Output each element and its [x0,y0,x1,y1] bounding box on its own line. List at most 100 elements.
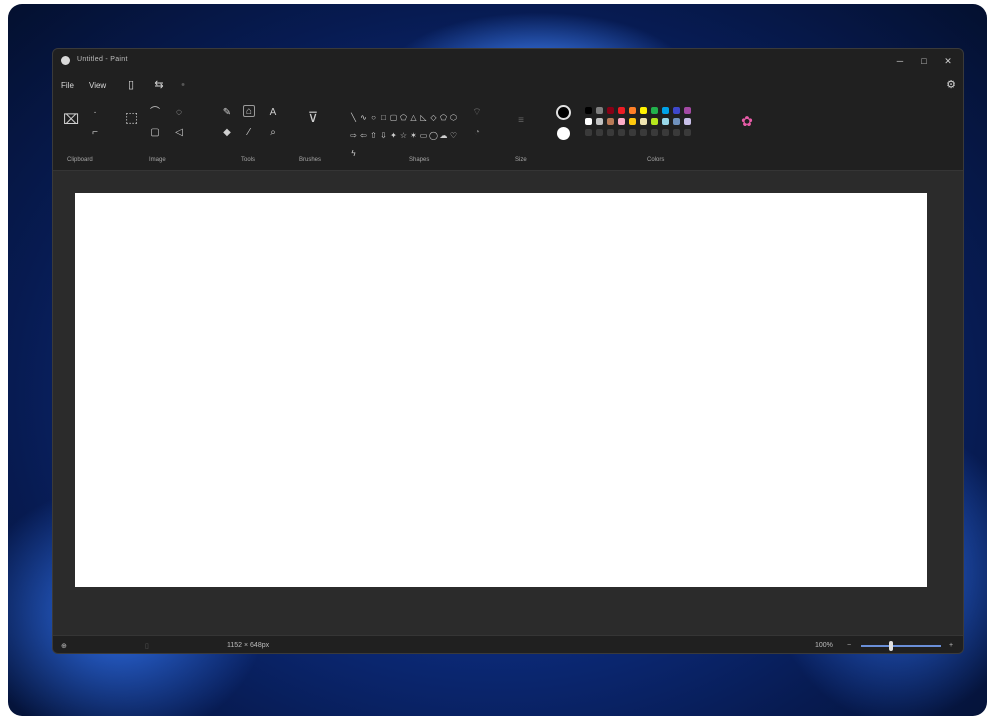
color-swatch[interactable] [673,107,680,114]
pencil-icon[interactable]: ✎ [221,107,233,119]
color-swatch[interactable] [662,118,669,125]
custom-color-slot[interactable] [607,129,614,136]
callout-cloud-shape-icon[interactable]: ☁ [439,131,448,140]
brush-icon[interactable]: ⊽ [307,110,319,124]
color-swatch[interactable] [673,118,680,125]
custom-color-slot[interactable] [629,129,636,136]
menu-bar: File View ▯ ⇆ • ⚙ [53,73,963,99]
secondary-color[interactable] [557,127,570,140]
zoom-out-icon[interactable]: − [847,642,851,649]
custom-color-slot[interactable] [585,129,592,136]
arrow-left-shape-icon[interactable]: ⇦ [359,131,368,140]
custom-color-slot[interactable] [640,129,647,136]
fill-shape-icon[interactable]: ◔ [471,127,483,139]
group-label-colors: Colors [647,157,665,163]
select-icon[interactable]: ⬚ [125,110,138,124]
star6-shape-icon[interactable]: ✶ [409,131,418,140]
fill-icon[interactable]: ⌂ [243,105,255,117]
gear-icon[interactable]: ⚙ [945,79,957,91]
color-swatch[interactable] [629,118,636,125]
cut-icon[interactable]: · [89,107,101,119]
polygon-shape-icon[interactable]: ⬠ [399,113,408,122]
magnifier-icon[interactable]: ⌕ [267,127,279,139]
status-bar: ⊕ ▯ 1152 × 648px 100% − + [53,635,963,653]
copy-icon[interactable]: ⌐ [89,127,101,139]
custom-color-slot[interactable] [673,129,680,136]
zoom-slider-thumb[interactable] [889,641,893,651]
menu-file[interactable]: File [61,81,74,90]
eraser-icon[interactable]: ◆ [221,127,233,139]
edit-colors-icon[interactable]: ✿ [741,114,753,128]
color-swatch[interactable] [684,107,691,114]
color-swatch[interactable] [607,118,614,125]
color-swatch[interactable] [585,107,592,114]
size-icon[interactable]: ≡ [515,115,527,127]
selection-size-icon: ▯ [145,643,149,650]
color-swatch[interactable] [651,107,658,114]
color-swatch[interactable] [640,107,647,114]
group-label-image: Image [149,157,166,163]
arrow-up-shape-icon[interactable]: ⇧ [369,131,378,140]
custom-color-slot[interactable] [684,129,691,136]
arrow-down-shape-icon[interactable]: ⇩ [379,131,388,140]
paste-icon[interactable]: ⌧ [63,112,79,126]
color-picker-icon[interactable]: ⁄ [243,127,255,139]
group-label-size: Size [515,157,527,163]
maximize-button[interactable]: □ [913,52,935,70]
callout-oval-shape-icon[interactable]: ◯ [429,131,438,140]
color-swatch[interactable] [607,107,614,114]
lightning-shape-icon[interactable]: ϟ [349,149,358,158]
star4-shape-icon[interactable]: ✦ [389,131,398,140]
color-swatch[interactable] [618,107,625,114]
right-triangle-shape-icon[interactable]: ◺ [419,113,428,122]
shapes-gallery: ╲ ∿ ○ □ ▢ ⬠ △ ◺ ◇ ⬠ ⬡⇨ ⇦ ⇧ ⇩ ✦ ☆ ✶ ▭ ◯ ☁ ♡ϟ [349,107,459,161]
minimize-button[interactable]: ─ [889,52,911,70]
resize-icon[interactable]: ▢ [149,127,161,139]
close-button[interactable]: ✕ [937,52,959,70]
triangle-shape-icon[interactable]: △ [409,113,418,122]
custom-color-slot[interactable] [651,129,658,136]
color-swatch[interactable] [662,107,669,114]
custom-color-slot[interactable] [662,129,669,136]
oval-shape-icon[interactable]: ○ [369,113,378,122]
rotate-icon[interactable]: ◌ [173,107,185,119]
text-icon[interactable]: A [267,107,279,119]
color-swatch[interactable] [585,118,592,125]
flip-icon[interactable]: ◁ [173,127,185,139]
color-swatch[interactable] [596,107,603,114]
zoom-slider[interactable] [861,645,941,647]
primary-color[interactable] [556,105,571,120]
zoom-in-icon[interactable]: + [949,642,953,649]
drawing-canvas[interactable] [75,193,927,587]
heart-shape-icon[interactable]: ♡ [449,131,458,140]
pentagon-shape-icon[interactable]: ⬠ [439,113,448,122]
color-swatch[interactable] [618,118,625,125]
color-swatch[interactable] [684,118,691,125]
menu-view[interactable]: View [89,81,106,90]
custom-color-slot[interactable] [618,129,625,136]
save-icon[interactable]: ▯ [125,79,137,91]
color-swatch[interactable] [629,107,636,114]
rounded-rect-shape-icon[interactable]: ▢ [389,113,398,122]
crop-icon[interactable]: ⌒ [149,107,161,119]
star5-shape-icon[interactable]: ☆ [399,131,408,140]
group-label-clipboard: Clipboard [67,157,93,163]
custom-color-slot[interactable] [596,129,603,136]
arrow-right-shape-icon[interactable]: ⇨ [349,131,358,140]
line-shape-icon[interactable]: ╲ [349,113,358,122]
group-label-brushes: Brushes [299,157,322,163]
outline-icon[interactable]: ⌔ [471,107,483,119]
curve-shape-icon[interactable]: ∿ [359,113,368,122]
hexagon-shape-icon[interactable]: ⬡ [449,113,458,122]
color-swatch[interactable] [651,118,658,125]
canvas-area [53,171,963,631]
color-swatch[interactable] [640,118,647,125]
color-swatch[interactable] [596,118,603,125]
redo-icon[interactable]: • [177,79,189,91]
rect-shape-icon[interactable]: □ [379,113,388,122]
undo-icon[interactable]: ⇆ [153,79,165,91]
diamond-shape-icon[interactable]: ◇ [429,113,438,122]
canvas-size-label: 1152 × 648px [227,642,270,649]
window-title: Untitled - Paint [77,56,128,63]
callout-rect-shape-icon[interactable]: ▭ [419,131,428,140]
